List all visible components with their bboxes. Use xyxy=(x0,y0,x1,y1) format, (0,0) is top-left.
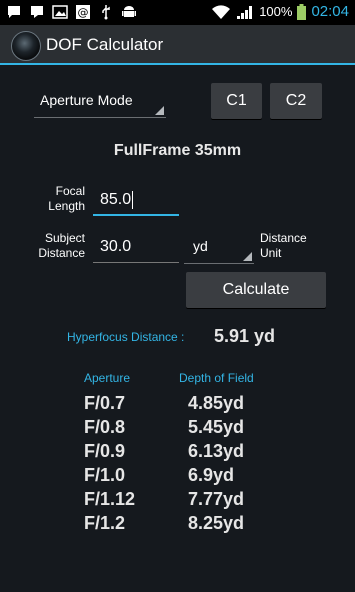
image-icon xyxy=(52,5,68,19)
spinner-arrow-icon xyxy=(243,252,252,261)
c2-button[interactable]: C2 xyxy=(270,83,322,119)
aperture-cell: F/1.2 xyxy=(84,513,126,533)
table-row: F/0.8 5.45yd xyxy=(0,417,355,441)
distance-unit-label-line2: Unit xyxy=(260,246,282,260)
focal-length-label-line2: Length xyxy=(48,199,85,213)
camera-format-label[interactable]: FullFrame 35mm xyxy=(0,142,355,160)
table-row: F/1.0 6.9yd xyxy=(0,465,355,489)
subject-distance-label-line1: Subject xyxy=(44,231,85,245)
usb-icon xyxy=(102,5,110,20)
text-caret xyxy=(132,191,134,209)
notification-icons: @ xyxy=(6,4,137,20)
dof-cell: 5.45yd xyxy=(188,417,245,437)
dof-cell: 7.77yd xyxy=(188,489,245,509)
table-row: F/0.9 6.13yd xyxy=(0,441,355,465)
dof-column-header: Depth of Field xyxy=(179,371,254,385)
aperture-cell: F/0.9 xyxy=(84,441,126,461)
focal-length-label: Focal Length xyxy=(30,184,85,214)
signal-icon xyxy=(237,5,253,19)
distance-unit-label-line1: Distance xyxy=(260,231,307,245)
battery-icon xyxy=(297,3,307,20)
android-icon xyxy=(122,6,136,17)
c1-button[interactable]: C1 xyxy=(211,83,262,119)
distance-unit-spinner[interactable]: yd xyxy=(184,232,254,264)
subject-distance-input[interactable]: 30.0 xyxy=(93,233,179,263)
dof-cell: 6.9yd xyxy=(188,465,235,485)
svg-text:@: @ xyxy=(78,6,89,19)
focal-length-input[interactable]: 85.0 xyxy=(93,186,179,216)
system-status: 100% 02:04 xyxy=(211,3,349,20)
table-row: F/0.7 4.85yd xyxy=(0,393,355,417)
spinner-arrow-icon xyxy=(155,106,164,115)
aperture-cell: F/0.8 xyxy=(84,417,126,437)
wifi-icon xyxy=(212,4,231,19)
aperture-cell: F/0.7 xyxy=(84,393,126,413)
mode-spinner[interactable]: Aperture Mode xyxy=(34,86,166,118)
calculate-button[interactable]: Calculate xyxy=(186,272,326,308)
app-title: DOF Calculator xyxy=(46,35,164,54)
aperture-cell: F/1.12 xyxy=(84,489,136,509)
distance-unit-value: yd xyxy=(193,238,208,254)
distance-unit-label: Distance Unit xyxy=(260,231,307,261)
at-icon: @ xyxy=(76,5,90,19)
subject-distance-value: 30.0 xyxy=(100,238,132,255)
aperture-cell: F/1.0 xyxy=(84,465,126,485)
status-bar: @ 100% 02:04 xyxy=(0,0,355,25)
battery-percent: 100% xyxy=(259,4,293,19)
dof-cell: 4.85yd xyxy=(188,393,245,413)
dof-cell: 6.13yd xyxy=(188,441,245,461)
chat-icon xyxy=(8,6,20,18)
action-bar: DOF Calculator xyxy=(0,25,355,65)
hyperfocus-label: Hyperfocus Distance : xyxy=(67,330,185,344)
app-lens-icon[interactable] xyxy=(11,31,41,61)
hyperfocus-value: 5.91 yd xyxy=(214,326,276,346)
table-row: F/1.2 8.25yd xyxy=(0,513,355,537)
subject-distance-label-line2: Distance xyxy=(38,246,85,260)
table-row: F/1.12 7.77yd xyxy=(0,489,355,513)
message-icon xyxy=(31,6,43,18)
subject-distance-label: Subject Distance xyxy=(30,231,85,261)
dof-cell: 8.25yd xyxy=(188,513,245,533)
mode-spinner-value: Aperture Mode xyxy=(40,92,133,108)
focal-length-value: 85.0 xyxy=(100,191,132,209)
results-table: F/0.7 4.85yd F/0.8 5.45yd F/0.9 6.13yd F… xyxy=(0,393,355,537)
clock: 02:04 xyxy=(311,3,349,20)
aperture-column-header: Aperture xyxy=(84,371,131,385)
focal-length-label-line1: Focal xyxy=(55,184,85,198)
